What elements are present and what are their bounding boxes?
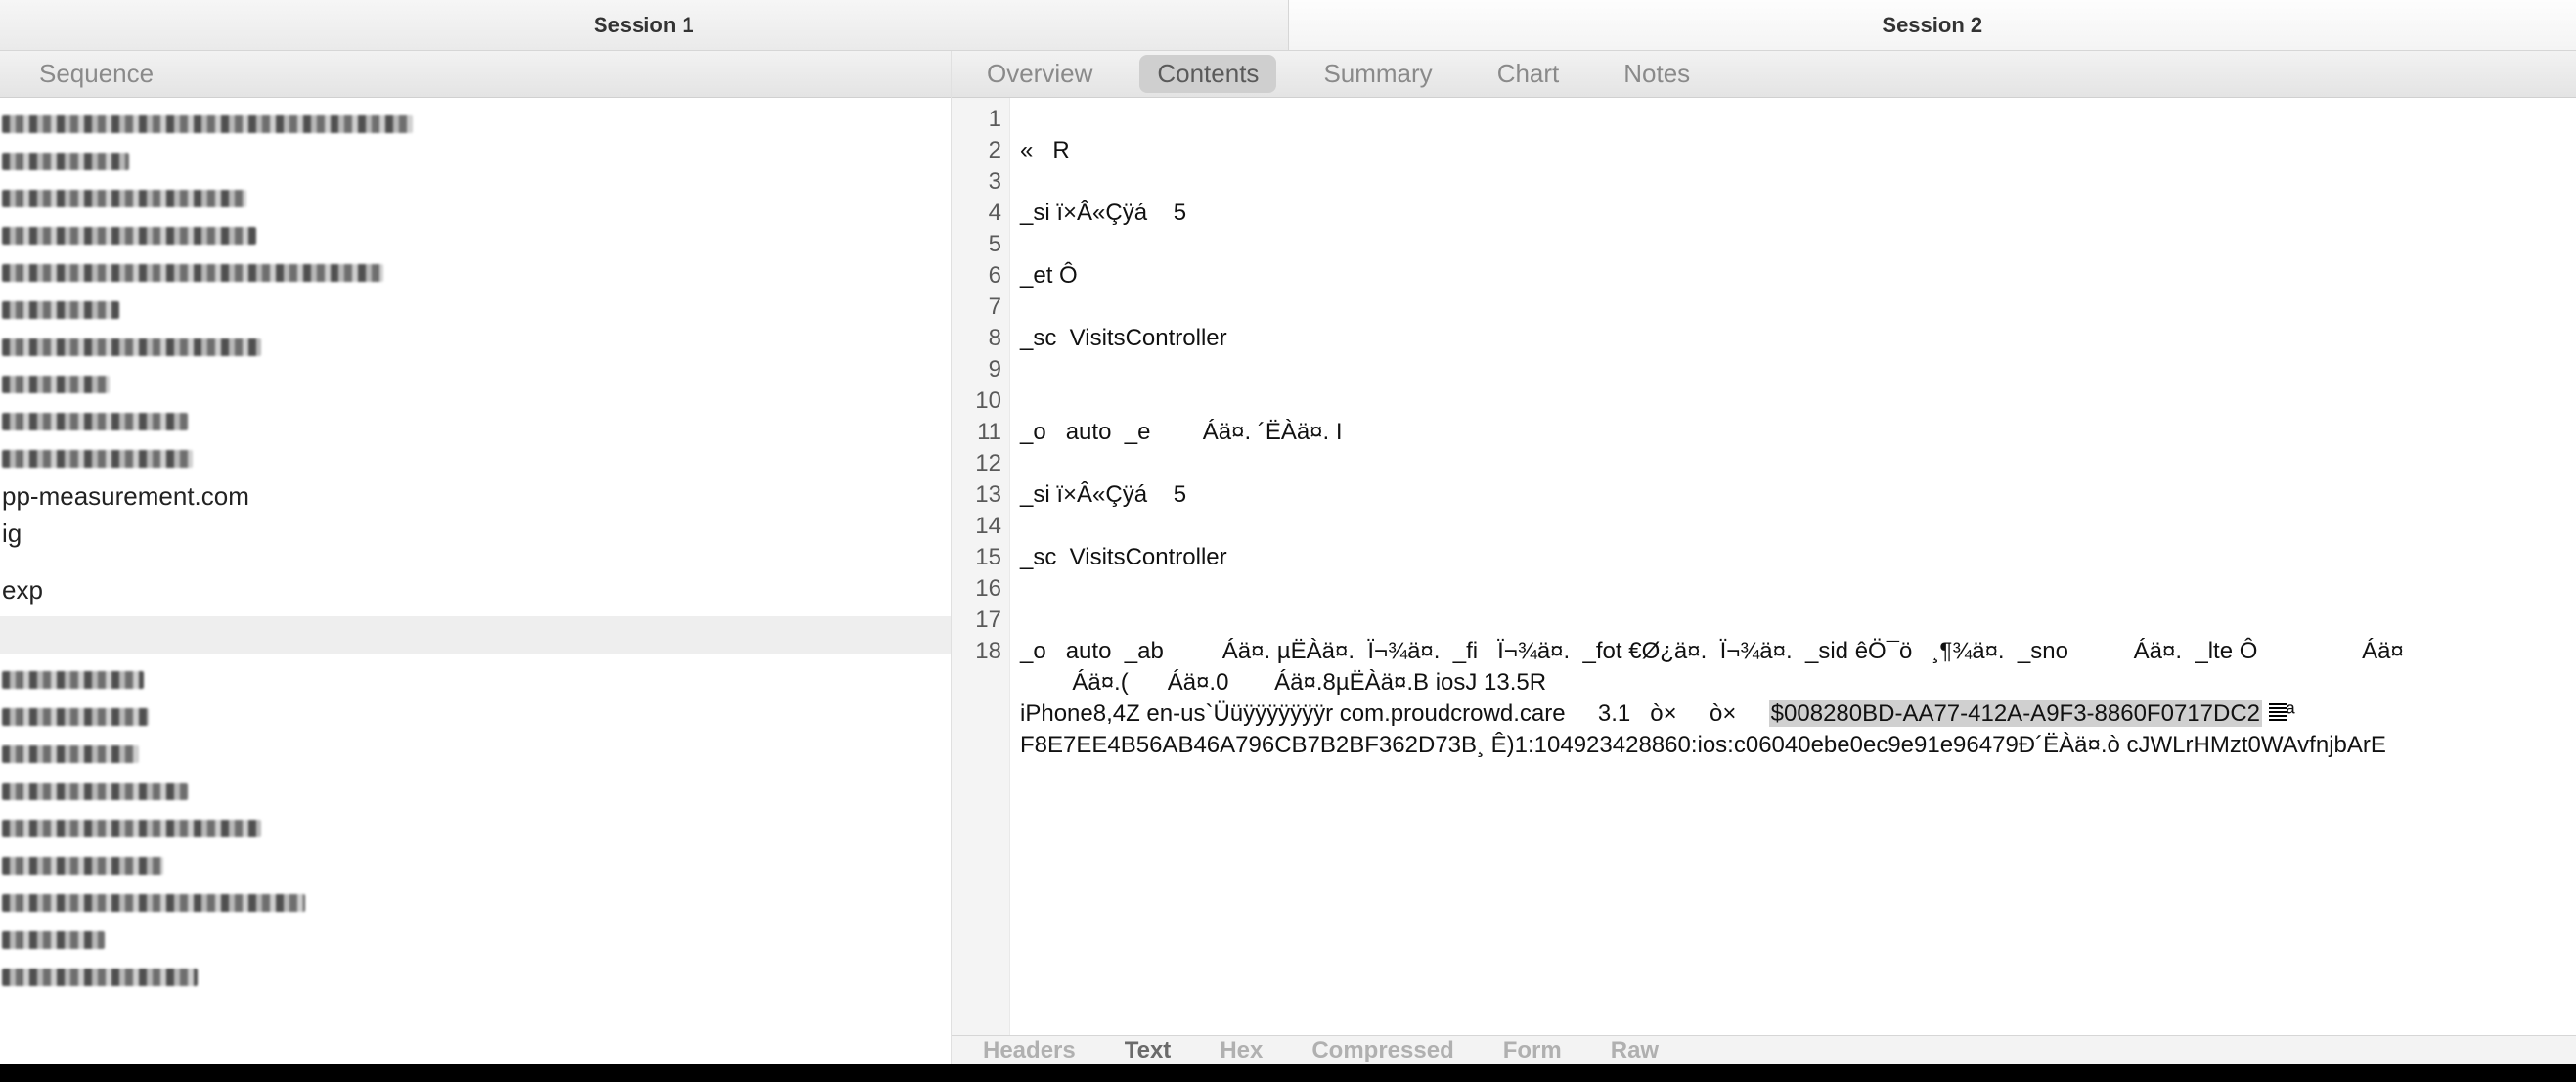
request-list[interactable]: pp-measurement.com ig exp — [0, 98, 951, 616]
format-tab-headers[interactable]: Headers — [983, 1037, 1076, 1064]
session-tab-2[interactable]: Session 2 — [1289, 0, 2576, 50]
format-tab-form[interactable]: Form — [1503, 1037, 1562, 1064]
left-toolbar: Sequence — [0, 51, 951, 98]
format-tab-bar: Headers Text Hex Compressed Form Raw — [952, 1035, 2576, 1064]
tab-notes[interactable]: Notes — [1606, 55, 1708, 93]
detail-list[interactable] — [0, 654, 951, 1004]
tab-contents[interactable]: Contents — [1139, 55, 1276, 93]
list-item-ig[interactable]: ig — [0, 515, 951, 552]
content-text[interactable]: « R _si ï×Â«Çÿá 5 _et Ô _sc VisitsContro… — [1010, 98, 2576, 1035]
session-tab-1-label: Session 1 — [594, 13, 694, 38]
list-item[interactable] — [0, 403, 951, 440]
format-tab-compressed[interactable]: Compressed — [1311, 1037, 1453, 1064]
list-item[interactable] — [0, 736, 951, 773]
list-item-blank — [0, 552, 951, 571]
bottom-black-strip — [0, 1064, 2576, 1082]
list-item[interactable] — [0, 847, 951, 884]
format-tab-raw[interactable]: Raw — [1611, 1037, 1659, 1064]
session-tab-bar: Session 1 Session 2 — [0, 0, 2576, 51]
list-item-exp[interactable]: exp — [0, 571, 951, 609]
session-tab-2-label: Session 2 — [1882, 13, 1982, 38]
list-item[interactable] — [0, 217, 951, 254]
list-item[interactable] — [0, 773, 951, 810]
list-item-app-measurement[interactable]: pp-measurement.com — [0, 477, 951, 515]
tab-chart[interactable]: Chart — [1480, 55, 1577, 93]
tab-overview[interactable]: Overview — [969, 55, 1110, 93]
format-tab-text[interactable]: Text — [1125, 1037, 1172, 1064]
list-item[interactable] — [0, 440, 951, 477]
list-item[interactable] — [0, 254, 951, 292]
list-item[interactable] — [0, 884, 951, 922]
list-item[interactable] — [0, 922, 951, 959]
left-pane: Sequence pp-measurement.com ig exp — [0, 51, 952, 1064]
list-item[interactable] — [0, 292, 951, 329]
line-number-gutter: 1 2 3 4 5 6 7 8 9 10 11 12 13 14 15 16 1… — [952, 98, 1010, 1035]
format-tab-hex[interactable]: Hex — [1220, 1037, 1263, 1064]
pane-divider[interactable] — [0, 616, 951, 654]
list-item[interactable] — [0, 661, 951, 699]
list-item[interactable] — [0, 810, 951, 847]
list-item[interactable] — [0, 959, 951, 996]
tab-summary[interactable]: Summary — [1306, 55, 1449, 93]
list-item[interactable] — [0, 329, 951, 366]
list-item[interactable] — [0, 180, 951, 217]
session-tab-1[interactable]: Session 1 — [0, 0, 1289, 50]
selected-uuid: $008280BD-AA77-412A-A9F3-8860F0717DC2 — [1769, 700, 2262, 727]
right-pane: Overview Contents Summary Chart Notes 1 … — [952, 51, 2576, 1064]
content-viewer[interactable]: 1 2 3 4 5 6 7 8 9 10 11 12 13 14 15 16 1… — [952, 98, 2576, 1035]
list-item[interactable] — [0, 106, 951, 143]
list-item[interactable] — [0, 366, 951, 403]
left-tab-sequence[interactable]: Sequence — [39, 59, 154, 89]
stripe-icon — [2269, 703, 2287, 723]
detail-toolbar: Overview Contents Summary Chart Notes — [952, 51, 2576, 98]
list-item[interactable] — [0, 699, 951, 736]
list-item[interactable] — [0, 143, 951, 180]
